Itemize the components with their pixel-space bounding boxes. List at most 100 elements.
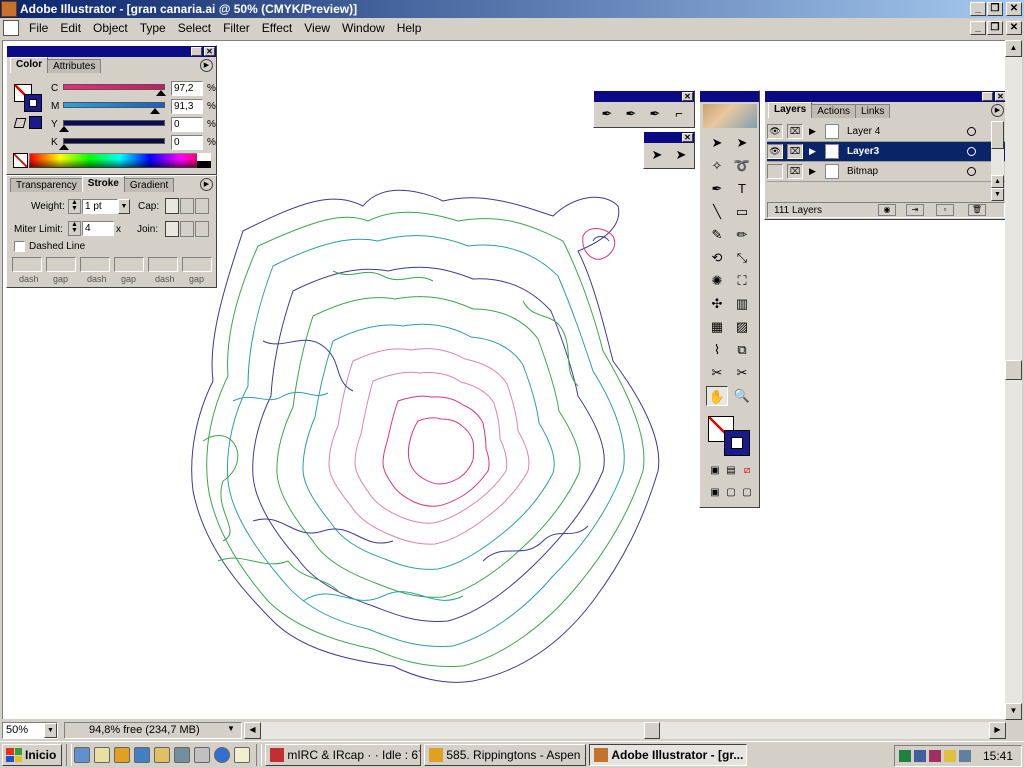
close-button[interactable]: ✕ xyxy=(1006,2,1022,16)
panel-menu-arrow-icon[interactable]: ▶ xyxy=(200,178,213,191)
slider-handle-icon[interactable] xyxy=(59,126,69,132)
round-cap-button[interactable] xyxy=(180,198,194,214)
document-icon[interactable] xyxy=(3,20,19,36)
out-of-gamut-cube-icon[interactable] xyxy=(13,118,27,128)
visibility-eye-icon[interactable] xyxy=(767,164,783,179)
volume-icon[interactable] xyxy=(944,750,956,762)
delete-anchor-point-icon[interactable]: ✒ xyxy=(644,104,666,124)
restore-button[interactable]: ❐ xyxy=(987,2,1003,16)
task-winamp[interactable]: 585. Rippingtons - Aspen ... xyxy=(424,744,587,766)
gradient-icon[interactable]: ▨ xyxy=(731,317,753,337)
illustrator-app-icon[interactable] xyxy=(1,1,17,17)
tab-links[interactable]: Links xyxy=(855,104,891,118)
eyedropper-icon[interactable]: ⌇ xyxy=(706,340,728,360)
type-tool-icon[interactable]: T xyxy=(731,179,753,199)
layer-row[interactable]: 👁 ⌧ ▶ Layer3 xyxy=(767,142,1005,162)
panel-close-button[interactable]: ✕ xyxy=(682,92,693,101)
status-info[interactable]: 94,8% free (234,7 MB) xyxy=(64,722,242,739)
panel-close-button[interactable]: ✕ xyxy=(682,133,693,142)
slice-icon[interactable]: ✂ xyxy=(706,363,728,383)
visibility-eye-icon[interactable]: 👁 xyxy=(767,144,783,159)
pencil-icon[interactable]: ✏ xyxy=(731,225,753,245)
vertical-scroll-thumb[interactable] xyxy=(1005,360,1022,380)
full-screen-mode-icon[interactable]: ▢ xyxy=(736,483,758,503)
show-desktop-icon[interactable] xyxy=(74,747,91,763)
horizontal-scrollbar[interactable]: ◀ ▶ xyxy=(244,722,1006,739)
expand-triangle-icon[interactable]: ▶ xyxy=(809,146,816,157)
magic-wand-icon[interactable]: ✧ xyxy=(706,156,728,176)
menu-filter[interactable]: Filter xyxy=(217,21,256,35)
fill-stroke-swatch[interactable] xyxy=(14,84,44,114)
selection-flyout-titlebar[interactable]: ✕ xyxy=(644,132,694,143)
venus-logo-icon[interactable] xyxy=(703,104,757,128)
winamp-icon[interactable] xyxy=(114,747,131,763)
direct-selection-tool-icon[interactable]: ➤ xyxy=(731,133,753,153)
menu-object[interactable]: Object xyxy=(87,21,134,35)
selection-tool-icon[interactable]: ➤ xyxy=(706,133,728,153)
trash-icon[interactable]: 🗑 xyxy=(968,204,986,216)
lock-icon[interactable]: ⌧ xyxy=(787,164,803,179)
panel-menu-arrow-icon[interactable]: ▶ xyxy=(200,59,213,72)
miter-stepper[interactable]: ▲ ▼ xyxy=(68,221,81,236)
channel-value-input[interactable]: 97,2 xyxy=(171,81,203,96)
tab-attributes[interactable]: Attributes xyxy=(47,59,102,73)
menu-file[interactable]: File xyxy=(23,21,54,35)
target-circle-icon[interactable] xyxy=(967,167,976,176)
symbol-sprayer-icon[interactable]: ✣ xyxy=(706,294,728,314)
pen-flyout-titlebar[interactable]: ✕ xyxy=(594,91,694,102)
gap-input[interactable] xyxy=(114,257,144,272)
paintbrush-icon[interactable]: ✎ xyxy=(706,225,728,245)
new-layer-icon[interactable]: ▫ xyxy=(936,204,954,216)
layers-panel-titlebar[interactable]: ✕ xyxy=(765,91,1007,102)
channel-slider-track[interactable] xyxy=(63,84,165,90)
minimize-button[interactable]: _ xyxy=(970,2,986,16)
slider-handle-icon[interactable] xyxy=(156,90,167,96)
layer-row[interactable]: 👁 ⌧ ▶ Layer 4 xyxy=(767,122,1005,142)
dash-input[interactable] xyxy=(80,257,110,272)
scroll-left-arrow-icon[interactable]: ◀ xyxy=(244,722,261,739)
start-button[interactable]: Inicio xyxy=(2,744,63,766)
warp-icon[interactable]: ✺ xyxy=(706,271,728,291)
add-anchor-point-icon[interactable]: ✒ xyxy=(620,104,642,124)
tab-layers[interactable]: Layers xyxy=(768,102,813,118)
tab-color[interactable]: Color xyxy=(10,57,49,73)
connection-tray-icon[interactable] xyxy=(959,750,971,762)
doc-minimize-button[interactable]: _ xyxy=(970,21,986,35)
cube-icon[interactable] xyxy=(194,747,211,763)
network-tray-icon[interactable] xyxy=(899,750,911,762)
butt-cap-button[interactable] xyxy=(165,198,179,214)
mesh-icon[interactable]: ▦ xyxy=(706,317,728,337)
zoom-icon[interactable]: 🔍 xyxy=(731,386,753,406)
miter-join-button[interactable] xyxy=(165,221,179,237)
menu-select[interactable]: Select xyxy=(172,21,217,35)
menu-edit[interactable]: Edit xyxy=(54,21,87,35)
stroke-color-swatch[interactable] xyxy=(24,94,42,112)
pen-tool-icon[interactable]: ✒ xyxy=(596,104,618,124)
layers-scrollbar[interactable]: ▲ ▼ xyxy=(991,121,1004,201)
convert-anchor-point-icon[interactable]: ⌐ xyxy=(668,104,690,124)
lock-icon[interactable]: ⌧ xyxy=(787,144,803,159)
free-transform-icon[interactable]: ⛶ xyxy=(731,271,753,291)
monitor-icon[interactable] xyxy=(174,747,191,763)
miter-limit-input[interactable]: 4 xyxy=(82,221,114,236)
horizontal-scroll-thumb[interactable] xyxy=(644,722,660,739)
scroll-right-arrow-icon[interactable]: ▶ xyxy=(989,722,1006,739)
weight-input[interactable]: 1 pt xyxy=(82,199,118,214)
dash-input[interactable] xyxy=(12,257,42,272)
fill-stroke-toolbox-swatch[interactable] xyxy=(708,416,752,456)
pen-icon[interactable]: ✒ xyxy=(706,179,728,199)
bevel-join-button[interactable] xyxy=(195,221,209,237)
none-color-box[interactable] xyxy=(13,153,28,168)
menu-type[interactable]: Type xyxy=(134,21,172,35)
channel-slider-track[interactable] xyxy=(63,120,165,126)
tab-transparency[interactable]: Transparency xyxy=(10,178,83,192)
line-segment-icon[interactable]: ╲ xyxy=(706,202,728,222)
panel-close-button[interactable]: ✕ xyxy=(204,47,215,56)
direct-selection-icon[interactable]: ➤ xyxy=(646,145,668,165)
zoom-dropdown-button[interactable]: ▼ xyxy=(44,723,57,738)
expand-triangle-icon[interactable]: ▶ xyxy=(809,166,816,177)
scissors-icon[interactable]: ✂ xyxy=(731,363,753,383)
scroll-down-arrow-icon[interactable]: ▼ xyxy=(1005,703,1022,720)
menu-view[interactable]: View xyxy=(298,21,336,35)
weight-dropdown-button[interactable]: ▼ xyxy=(118,199,130,214)
